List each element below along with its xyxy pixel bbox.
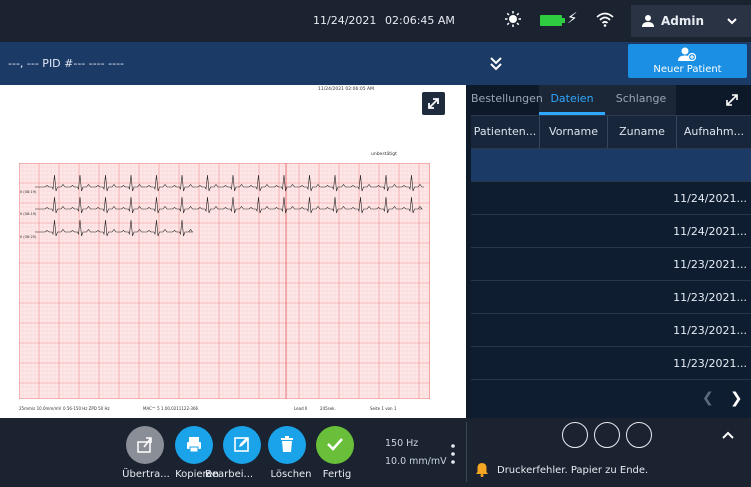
table-row[interactable]: 11/23/2021... [471,248,751,281]
action-label: Fertig [322,469,352,480]
expand-icon [428,98,439,109]
tab-bar: Bestellungen Dateien Schlange [471,85,751,115]
bell-icon [476,463,488,477]
check-icon [327,438,343,451]
action-label: Bearbei... [205,469,254,480]
chevron-up-icon[interactable] [721,430,735,440]
filter-frequency: 150 Hz [385,438,419,449]
previous-page-button[interactable]: ❮ [702,390,714,406]
expand-preview-button[interactable] [422,92,445,115]
report-date: 11/24/2021 02:06:05 AM [318,87,374,92]
double-chevron-down-icon[interactable] [489,55,503,71]
new-patient-label: Neuer Patient [653,64,722,75]
unconfirmed-label: unbestätigt [371,152,397,157]
recorded-date-cell: 11/23/2021... [673,291,747,304]
lead-label: II (08:25) [20,235,37,239]
tab-queue[interactable]: Schlange [607,85,675,115]
battery-icon [540,15,565,26]
column-header-patient[interactable]: Patienten... [471,116,539,150]
next-page-button[interactable]: ❯ [730,389,743,407]
column-header-firstname[interactable]: Vorname [539,116,607,150]
new-patient-button[interactable]: Neuer Patient [628,44,747,78]
chevron-down-icon [727,18,737,25]
column-header-recorded[interactable]: Aufnahm... [676,116,751,150]
pagination: ❮ ❯ [471,382,751,412]
upload-icon [137,437,152,453]
footer-device: MAC™ 5 1.00.0211122-366 [143,406,199,411]
table-row[interactable]: 11/24/2021... [471,182,751,215]
user-icon [642,15,654,27]
table-row[interactable]: 11/23/2021... [471,347,751,380]
page-indicator-3[interactable] [626,422,652,448]
table-row[interactable]: 11/23/2021... [471,281,751,314]
table-row[interactable]: 11/24/2021... [471,215,751,248]
printer-error-message: Druckerfehler. Papier zu Ende. [497,465,649,476]
tab-orders[interactable]: Bestellungen [471,85,543,115]
printer-button[interactable] [175,426,213,464]
upload-button[interactable] [126,426,164,464]
page-indicator-2[interactable] [594,422,620,448]
action-label: Löschen [270,469,312,480]
column-header-lastname[interactable]: Zuname [607,116,676,150]
trash-button[interactable] [268,426,306,464]
trash-icon [281,436,293,452]
gain-setting: 10.0 mm/mV [385,456,447,467]
top-status-bar: 11/24/2021 02:06:45 AM ⚡ Admin [0,0,751,42]
recorded-date-cell: 11/23/2021... [673,258,747,271]
recorded-date-cell: 11/24/2021... [673,192,747,205]
more-options-icon[interactable] [451,443,455,465]
status-time: 02:06:45 AM [385,14,455,27]
table-row[interactable] [471,149,751,182]
recorded-date-cell: 11/24/2021... [673,225,747,238]
add-user-icon [678,47,696,61]
tab-files[interactable]: Dateien [539,85,605,115]
footer-lead: Lead II [294,406,308,411]
footer-speed: 25mm/s 10.0mm/mV [19,406,62,411]
patient-id-info[interactable]: ---, --- PID #--- ---- ---- [8,57,124,70]
ecg-strip: II (08:19) II (08:19) II (08:25) [19,163,430,399]
brightness-icon[interactable] [505,11,521,27]
edit-button[interactable] [223,426,261,464]
charging-icon: ⚡ [567,9,578,27]
action-bar: Übertra... Kopieren Bearbei... Löschen Ferti… [0,418,751,487]
table-header: Patienten... Vorname Zuname Aufnahm... [471,115,751,150]
edit-icon [234,437,249,452]
page-indicator-1[interactable] [562,422,588,448]
expand-icon[interactable] [725,93,739,107]
file-list-panel: Bestellungen Dateien Schlange Patienten.… [471,85,751,418]
printer-icon [187,437,201,453]
lead-label: II (08:19) [20,190,37,194]
lead-label: II (08:19) [20,212,37,216]
wifi-icon[interactable] [596,11,614,27]
footer-page: Seite 1 von 1 [370,406,397,411]
ecg-report-preview[interactable]: 11/24/2021 02:06:05 AM unbestätigt II (0… [0,85,466,418]
user-name: Admin [661,14,705,28]
footer-duration: 245sek. [320,406,336,411]
check-button[interactable] [316,426,354,464]
recorded-date-cell: 11/23/2021... [673,357,747,370]
user-menu-button[interactable]: Admin [631,5,751,37]
status-date: 11/24/2021 [313,14,377,27]
action-label: Übertra... [122,469,170,480]
table-row[interactable]: 11/23/2021... [471,314,751,347]
recorded-date-cell: 11/23/2021... [673,324,747,337]
footer-filter: 0.56-150 Hz ZPD 50 Hz [63,406,110,411]
